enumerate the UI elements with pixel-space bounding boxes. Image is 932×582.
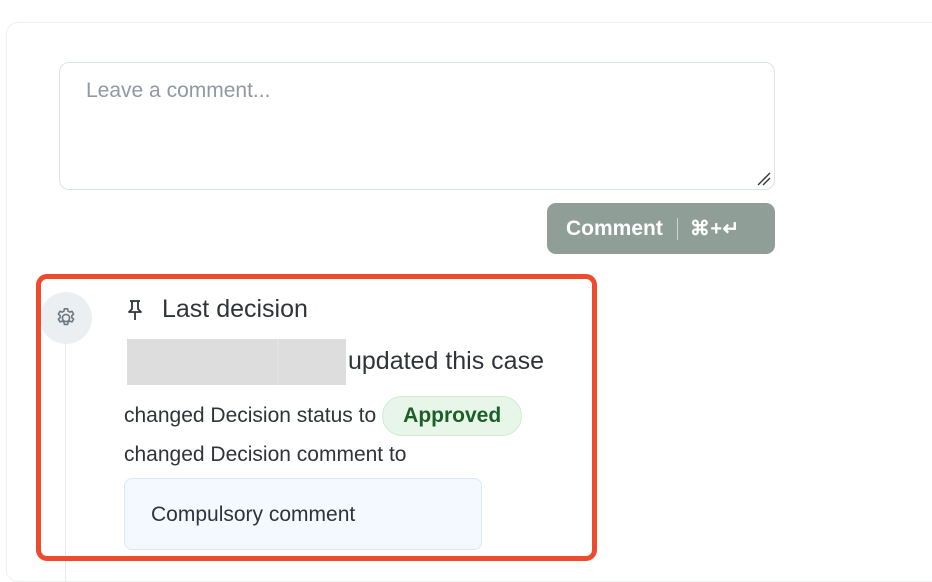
button-divider [676,217,678,240]
comment-button[interactable]: Comment ⌘+↵ [547,203,775,254]
comment-button-label: Comment [566,216,663,240]
resize-handle-icon[interactable] [756,171,772,187]
comment-textarea[interactable]: Leave a comment... [59,62,775,190]
highlight-outline [36,274,597,561]
comment-placeholder: Leave a comment... [86,79,271,102]
keyboard-shortcut: ⌘+↵ [689,218,740,240]
